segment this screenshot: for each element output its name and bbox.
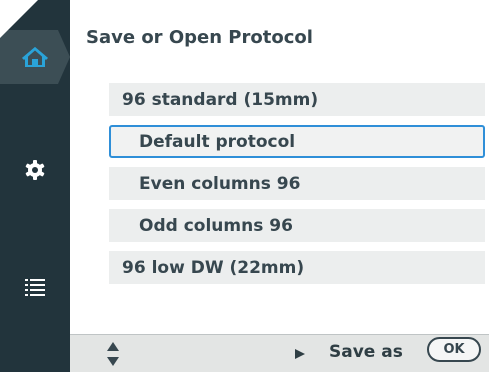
ok-button-label: OK (443, 342, 465, 357)
protocol-item-label: 96 low DW (22mm) (122, 257, 305, 278)
protocol-item-label: Odd columns 96 (139, 215, 293, 236)
save-as-label: Save as (329, 342, 403, 362)
list-icon (25, 279, 45, 296)
protocol-item-label: 96 standard (15mm) (122, 89, 319, 110)
nav-settings-button[interactable] (0, 148, 70, 192)
gear-icon (25, 160, 45, 180)
protocol-item-96-low-dw[interactable]: 96 low DW (22mm) (109, 251, 485, 284)
protocol-item-odd-columns[interactable]: Odd columns 96 (109, 209, 485, 242)
up-down-arrows-icon[interactable] (106, 340, 120, 368)
protocol-item-label: Even columns 96 (139, 173, 301, 194)
ok-button[interactable]: OK (427, 337, 481, 362)
protocol-item-label: Default protocol (139, 131, 296, 152)
home-icon (22, 47, 48, 67)
protocol-item-96-standard[interactable]: 96 standard (15mm) (109, 83, 485, 116)
corner-decoration (0, 0, 38, 38)
footer-bar: Save as OK (70, 334, 489, 372)
protocol-item-default[interactable]: Default protocol (109, 125, 485, 158)
page-title: Save or Open Protocol (86, 27, 313, 48)
sidebar (0, 0, 70, 372)
play-arrow-icon (295, 349, 305, 359)
protocol-list: 96 standard (15mm) Default protocol Even… (109, 83, 485, 293)
nav-list-button[interactable] (0, 265, 70, 309)
protocol-item-even-columns[interactable]: Even columns 96 (109, 167, 485, 200)
nav-home-button[interactable] (0, 30, 70, 84)
